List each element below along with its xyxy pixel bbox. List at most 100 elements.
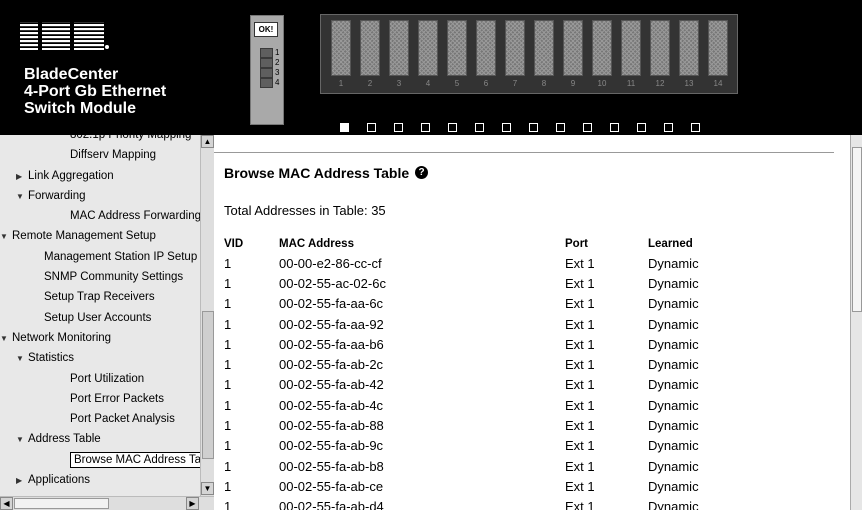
mac-address-cell: 00-02-55-fa-ab-2c bbox=[279, 357, 384, 373]
nav-item[interactable]: ▼ Statistics bbox=[0, 348, 200, 368]
slot-select-box[interactable] bbox=[340, 123, 349, 132]
nav-item-label: Applications bbox=[28, 474, 91, 487]
expanded-arrow-icon[interactable]: ▼ bbox=[0, 329, 12, 348]
nav-list: 802.1p Priority Mapping Diffserv Mapping ▶… bbox=[0, 135, 200, 490]
mac-address-cell: 00-02-55-fa-ab-d4 bbox=[279, 499, 384, 510]
vid-cell: 1 bbox=[224, 255, 232, 271]
mac-address-cell: 00-02-55-fa-aa-92 bbox=[279, 316, 384, 332]
nav-item[interactable]: Management Station IP Setup bbox=[0, 247, 200, 267]
blade-chassis-graphic: 1 2 3 4 5 6 7 8 9 10 11 12 13 14 bbox=[320, 14, 738, 94]
port-cell: Ext 1 bbox=[565, 316, 595, 332]
expanded-arrow-icon[interactable]: ▼ bbox=[16, 187, 28, 206]
nav-horizontal-scrollbar[interactable]: ◀ ▶ bbox=[0, 496, 214, 510]
nav-item[interactable]: 802.1p Priority Mapping bbox=[0, 135, 200, 145]
mac-address-cell: 00-02-55-fa-ab-88 bbox=[279, 418, 384, 434]
nav-vertical-scrollbar[interactable]: ▲ ▼ bbox=[200, 135, 214, 496]
nav-item[interactable]: ▼ Forwarding bbox=[0, 186, 200, 206]
scroll-up-arrow-icon[interactable]: ▲ bbox=[201, 135, 214, 148]
module-port: 4 bbox=[260, 78, 284, 88]
nav-item[interactable]: Port Packet Analysis bbox=[0, 409, 200, 429]
slot-select-box[interactable] bbox=[394, 123, 403, 132]
table-row: 1 00-00-e2-86-cc-cf Ext 1 Dynamic bbox=[224, 253, 768, 273]
nav-item[interactable]: Setup User Accounts bbox=[0, 308, 200, 328]
port-cell: Ext 1 bbox=[565, 478, 595, 494]
mac-address-table: VID MAC Address Port Learned 1 00-00-e2-8… bbox=[224, 234, 768, 510]
nav-item[interactable]: ▼ Remote Management Setup bbox=[0, 226, 200, 246]
slot-select-box[interactable] bbox=[529, 123, 538, 132]
learned-cell: Dynamic bbox=[648, 357, 699, 373]
slot-select-box[interactable] bbox=[637, 123, 646, 132]
nav-item[interactable]: MAC Address Forwarding bbox=[0, 206, 200, 226]
expanded-arrow-icon[interactable]: ▼ bbox=[16, 430, 28, 449]
slot-select-box[interactable] bbox=[664, 123, 673, 132]
nav-item[interactable]: Setup Trap Receivers bbox=[0, 287, 200, 307]
blade-slot: 10 bbox=[588, 18, 616, 90]
content-vertical-scrollbar[interactable] bbox=[850, 135, 862, 510]
slot-select-box[interactable] bbox=[421, 123, 430, 132]
expanded-arrow-icon[interactable]: ▼ bbox=[16, 349, 28, 368]
learned-cell: Dynamic bbox=[648, 316, 699, 332]
table-row: 1 00-02-55-fa-aa-92 Ext 1 Dynamic bbox=[224, 314, 768, 334]
switch-module-graphic: OK! 1 2 3 4 bbox=[250, 15, 284, 125]
nav-item-label: Port Packet Analysis bbox=[70, 413, 175, 426]
help-icon[interactable]: ? bbox=[415, 166, 429, 179]
nav-item[interactable]: SNMP Community Settings bbox=[0, 267, 200, 287]
port-cell: Ext 1 bbox=[565, 357, 595, 373]
nav-item-label: Management Station IP Setup bbox=[44, 250, 198, 263]
table-row: 1 00-02-55-ac-02-6c Ext 1 Dynamic bbox=[224, 273, 768, 293]
blade-slot-selector bbox=[340, 123, 718, 132]
vid-cell: 1 bbox=[224, 418, 232, 434]
slot-select-box[interactable] bbox=[691, 123, 700, 132]
table-row: 1 00-02-55-fa-ab-2c Ext 1 Dynamic bbox=[224, 354, 768, 374]
scroll-left-arrow-icon[interactable]: ◀ bbox=[0, 497, 13, 510]
slot-select-box[interactable] bbox=[475, 123, 484, 132]
blade-slot-number: 1 bbox=[338, 79, 344, 88]
nav-hscroll-thumb[interactable] bbox=[14, 498, 109, 509]
blade-slot: 2 bbox=[356, 18, 384, 90]
table-row: 1 00-02-55-fa-ab-42 Ext 1 Dynamic bbox=[224, 375, 768, 395]
slot-select-box[interactable] bbox=[367, 123, 376, 132]
product-name: BladeCenter 4-Port Gb Ethernet Switch Mo… bbox=[24, 66, 166, 117]
nav-item[interactable]: ▼ Address Table bbox=[0, 429, 200, 449]
blade-vent bbox=[505, 20, 525, 76]
mac-address-cell: 00-02-55-fa-aa-b6 bbox=[279, 336, 384, 352]
slot-select-box[interactable] bbox=[583, 123, 592, 132]
blade-slot: 14 bbox=[704, 18, 732, 90]
scroll-right-arrow-icon[interactable]: ▶ bbox=[186, 497, 199, 510]
nav-item-label: Setup Trap Receivers bbox=[44, 291, 155, 304]
slot-select-box[interactable] bbox=[502, 123, 511, 132]
blade-slot-number: 13 bbox=[684, 79, 694, 88]
nav-item-label: Browse MAC Address Table bbox=[70, 451, 200, 468]
blade-slot: 3 bbox=[385, 18, 413, 90]
slot-select-box[interactable] bbox=[448, 123, 457, 132]
page-title-text: Browse MAC Address Table bbox=[224, 165, 410, 181]
mac-address-cell: 00-02-55-ac-02-6c bbox=[279, 275, 386, 291]
learned-cell: Dynamic bbox=[648, 478, 699, 494]
module-port: 3 bbox=[260, 68, 284, 78]
blade-slot: 12 bbox=[646, 18, 674, 90]
content-scroll-thumb[interactable] bbox=[852, 147, 862, 312]
learned-cell: Dynamic bbox=[648, 336, 699, 352]
blade-vent bbox=[534, 20, 554, 76]
nav-item[interactable]: ▼ Network Monitoring bbox=[0, 328, 200, 348]
nav-item[interactable]: Port Utilization bbox=[0, 369, 200, 389]
table-row: 1 00-02-55-fa-ab-88 Ext 1 Dynamic bbox=[224, 415, 768, 435]
collapsed-arrow-icon[interactable]: ▶ bbox=[16, 167, 28, 186]
nav-item[interactable]: Port Error Packets bbox=[0, 389, 200, 409]
blade-slot: 4 bbox=[414, 18, 442, 90]
nav-item[interactable]: Diffserv Mapping bbox=[0, 145, 200, 165]
nav-scroll-thumb[interactable] bbox=[202, 311, 214, 459]
nav-item[interactable]: ▶ Link Aggregation bbox=[0, 166, 200, 186]
slot-select-box[interactable] bbox=[556, 123, 565, 132]
mac-address-cell: 00-02-55-fa-ab-b8 bbox=[279, 458, 384, 474]
nav-item[interactable]: Browse MAC Address Table bbox=[0, 450, 200, 470]
slot-select-box[interactable] bbox=[610, 123, 619, 132]
collapsed-arrow-icon[interactable]: ▶ bbox=[16, 471, 28, 490]
blade-vent bbox=[592, 20, 612, 76]
nav-item[interactable]: ▶ Applications bbox=[0, 470, 200, 490]
nav-item-label: MAC Address Forwarding bbox=[70, 210, 200, 223]
scroll-down-arrow-icon[interactable]: ▼ bbox=[201, 482, 214, 495]
expanded-arrow-icon[interactable]: ▼ bbox=[0, 227, 12, 246]
column-header-port: Port bbox=[565, 237, 588, 250]
vid-cell: 1 bbox=[224, 458, 232, 474]
